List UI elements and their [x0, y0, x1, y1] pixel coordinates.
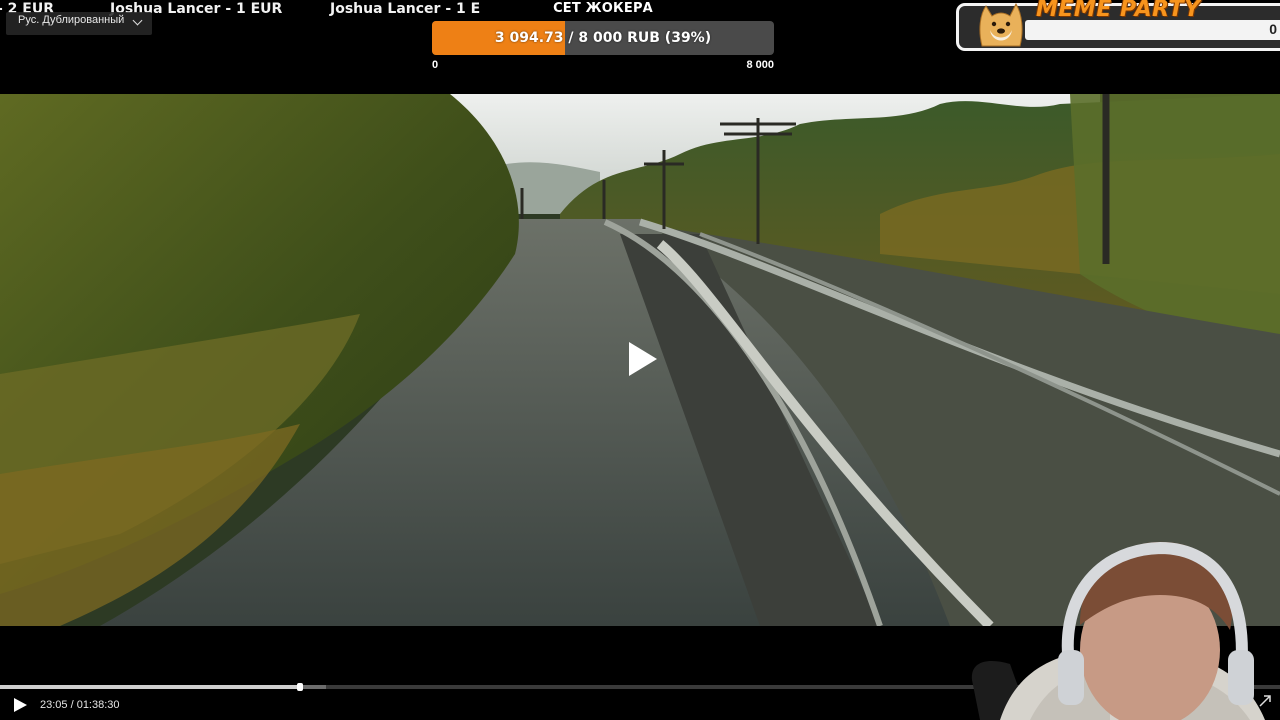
meme-party-counter: 0	[1025, 20, 1280, 40]
webcam-feed	[960, 530, 1280, 720]
meme-party-title: MEME PARTY	[1036, 0, 1201, 22]
seek-bar-played	[0, 685, 300, 689]
streamer-webcam-image	[971, 541, 1265, 720]
doge-icon	[979, 2, 1023, 47]
donation-goal-text: 3 094.73 / 8 000 RUB (39%)	[494, 30, 712, 46]
donation-goal-min: 0	[432, 59, 439, 71]
time-display: 23:05 / 01:38:30	[40, 699, 120, 711]
expand-icon[interactable]	[1258, 694, 1272, 708]
meme-party-value: 0	[1269, 21, 1277, 37]
chevron-down-icon	[132, 15, 143, 26]
audio-track-label: Рус. Дублированный	[18, 14, 125, 26]
donation-goal-bar: 3 094.73 / 8 000 RUB (39%)	[432, 21, 774, 55]
play-icon[interactable]	[626, 340, 660, 378]
seek-bar-thumb[interactable]	[296, 683, 303, 691]
audio-track-select[interactable]: Рус. Дублированный	[6, 12, 152, 35]
donation-goal-title: СЕТ ЖОКЕРА	[553, 1, 653, 16]
donation-goal-max: 8 000	[746, 59, 774, 71]
play-icon[interactable]	[12, 697, 28, 713]
